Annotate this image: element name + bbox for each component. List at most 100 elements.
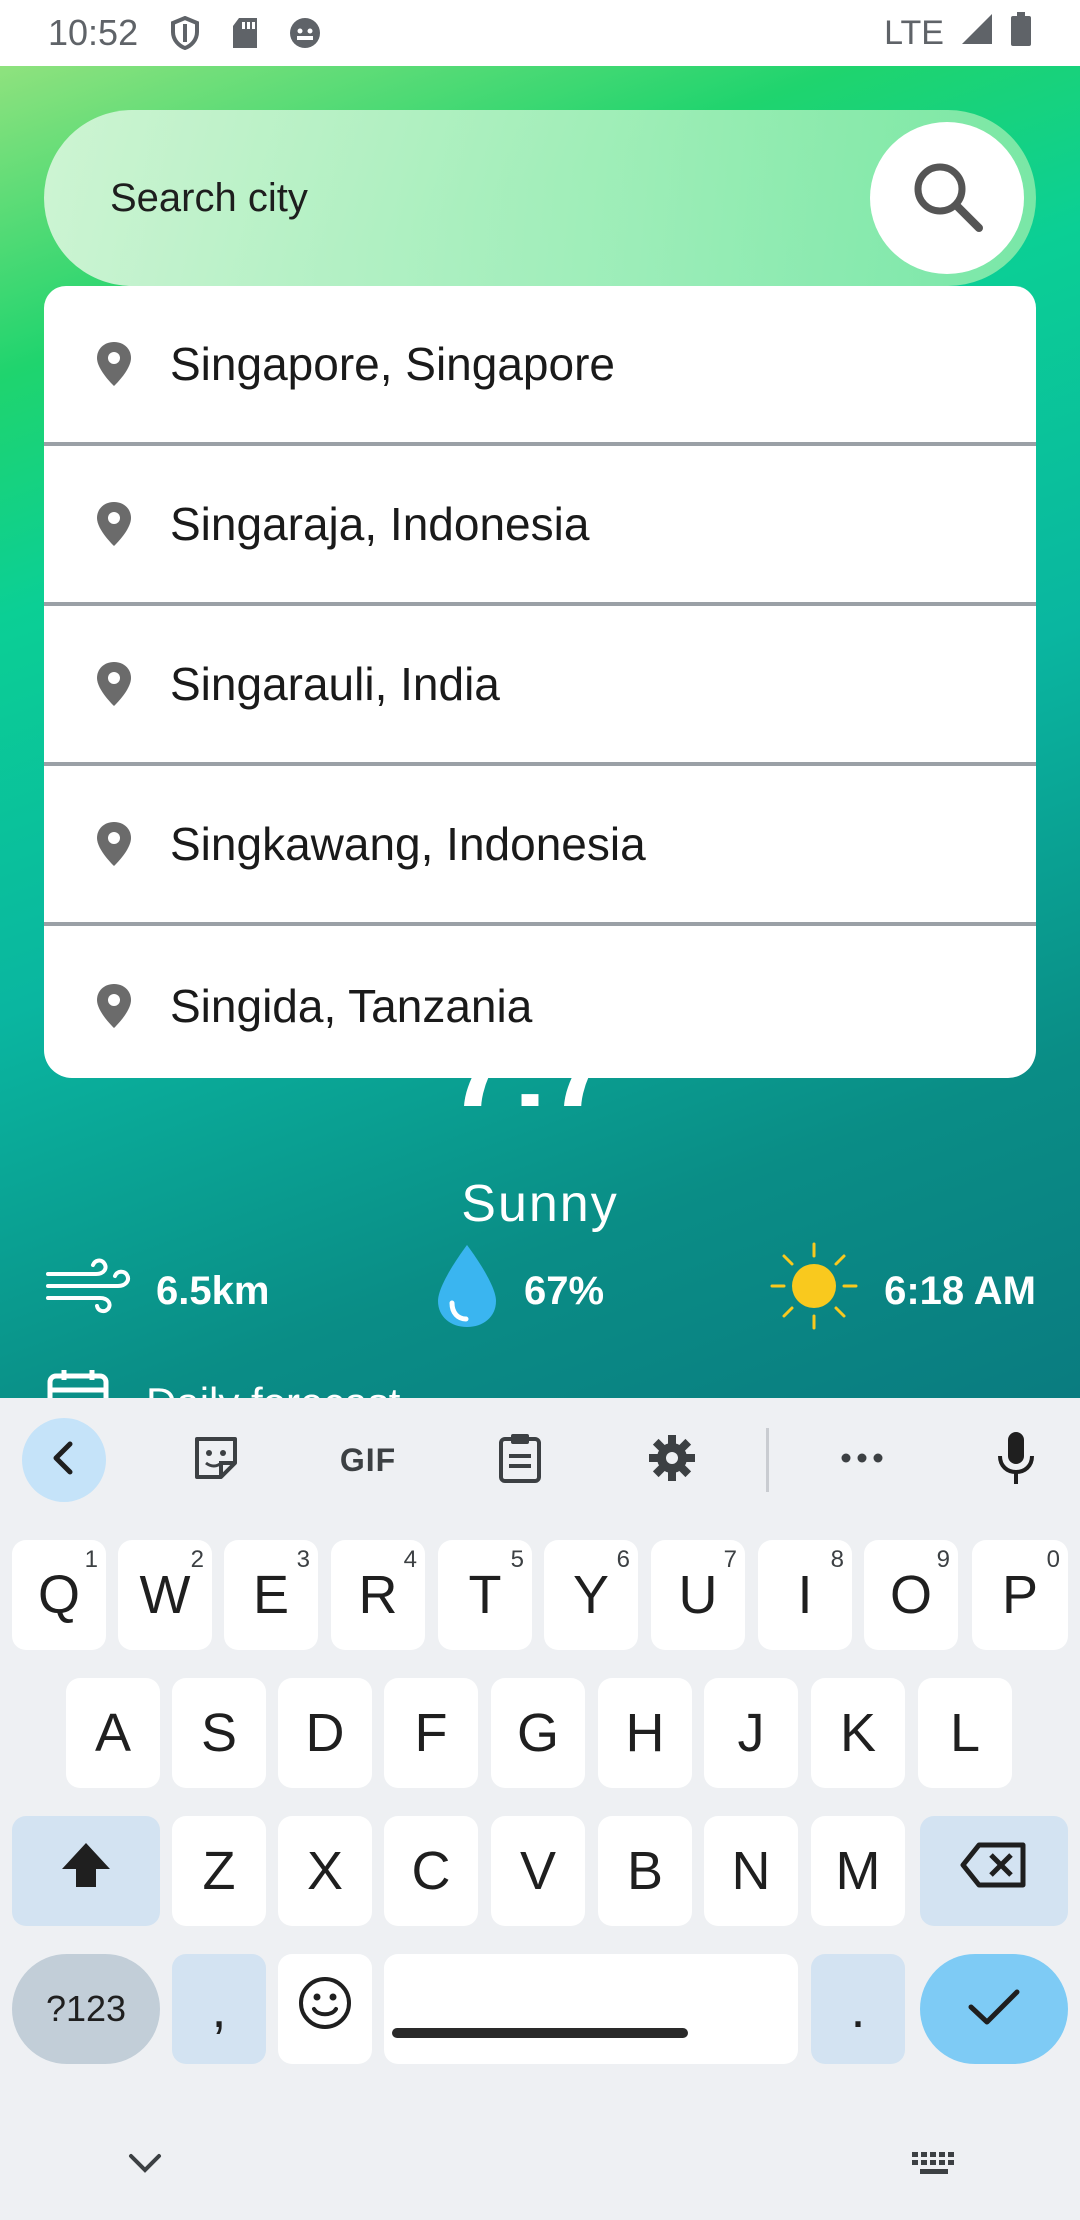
suggestion-item[interactable]: Singarauli, India bbox=[44, 606, 1036, 766]
humidity-value: 67% bbox=[524, 1268, 605, 1313]
sticker-button[interactable] bbox=[174, 1418, 258, 1502]
key-label: E bbox=[252, 1565, 290, 1625]
weather-condition: Sunny bbox=[461, 1175, 619, 1233]
search-bar[interactable]: Search city bbox=[44, 110, 1036, 286]
city-suggestions-list: Singapore, Singapore Singaraja, Indonesi… bbox=[44, 286, 1036, 1078]
suggestion-item[interactable]: Singapore, Singapore bbox=[44, 286, 1036, 446]
search-button[interactable] bbox=[870, 122, 1024, 274]
clipboard-icon bbox=[497, 1432, 543, 1489]
checkmark-icon bbox=[967, 1978, 1021, 2040]
suggestion-label: Singkawang, Indonesia bbox=[170, 818, 646, 870]
key-r[interactable]: R4 bbox=[331, 1540, 425, 1650]
key-z[interactable]: Z bbox=[172, 1816, 266, 1926]
key-k[interactable]: K bbox=[811, 1678, 905, 1788]
key-m[interactable]: M bbox=[811, 1816, 905, 1926]
sunrise-value: 6:18 AM bbox=[884, 1268, 1036, 1313]
suggestion-item[interactable]: Singkawang, Indonesia bbox=[44, 766, 1036, 926]
key-j[interactable]: J bbox=[704, 1678, 798, 1788]
key-hint: 4 bbox=[403, 1546, 417, 1573]
key-label: W bbox=[139, 1565, 191, 1625]
key-f[interactable]: F bbox=[384, 1678, 478, 1788]
wind-stat: 6.5km bbox=[44, 1258, 434, 1324]
weather-app: 7.7 Search city Singapore, Singapore Sin… bbox=[0, 66, 1080, 1398]
toolbar-back-button[interactable] bbox=[22, 1418, 106, 1502]
location-pin-icon bbox=[94, 982, 134, 1030]
enter-key[interactable] bbox=[920, 1954, 1068, 2064]
more-horizontal-icon bbox=[840, 1451, 884, 1469]
weather-stats: 6.5km 67% 6:18 AM bbox=[44, 1242, 1036, 1336]
microphone-icon bbox=[996, 1430, 1036, 1491]
gif-button[interactable]: GIF bbox=[326, 1418, 410, 1502]
key-q[interactable]: Q1 bbox=[12, 1540, 106, 1650]
keyboard-switch-button[interactable] bbox=[910, 2150, 958, 2183]
android-debug-icon bbox=[288, 16, 322, 50]
status-bar: 10:52 LTE bbox=[0, 0, 1080, 66]
key-hint: 5 bbox=[510, 1546, 524, 1573]
chevron-down-icon bbox=[128, 2154, 162, 2178]
key-y[interactable]: Y6 bbox=[544, 1540, 638, 1650]
key-s[interactable]: S bbox=[172, 1678, 266, 1788]
key-t[interactable]: T5 bbox=[438, 1540, 532, 1650]
key-e[interactable]: E3 bbox=[224, 1540, 318, 1650]
home-gesture-bar[interactable] bbox=[392, 2028, 688, 2038]
key-label: Y bbox=[572, 1565, 610, 1625]
keyboard-nav-row bbox=[0, 2128, 1080, 2220]
period-key[interactable]: . bbox=[811, 1954, 905, 2064]
key-v[interactable]: V bbox=[491, 1816, 585, 1926]
hide-keyboard-button[interactable] bbox=[128, 2152, 162, 2179]
daily-forecast-header[interactable]: Daily forecast bbox=[46, 1366, 400, 1398]
key-hint: 3 bbox=[296, 1546, 310, 1573]
clipboard-button[interactable] bbox=[478, 1418, 562, 1502]
key-hint: 8 bbox=[830, 1546, 844, 1573]
shift-icon bbox=[58, 1839, 114, 1904]
emoji-key[interactable] bbox=[278, 1954, 372, 2064]
key-hint: 0 bbox=[1046, 1546, 1060, 1573]
signal-icon bbox=[960, 12, 994, 55]
network-type: LTE bbox=[884, 13, 944, 52]
key-h[interactable]: H bbox=[598, 1678, 692, 1788]
key-i[interactable]: I8 bbox=[758, 1540, 852, 1650]
voice-input-button[interactable] bbox=[974, 1418, 1058, 1502]
key-hint: 6 bbox=[616, 1546, 630, 1573]
sd-card-icon bbox=[228, 16, 262, 50]
emoji-icon bbox=[297, 1975, 353, 2044]
gear-icon bbox=[647, 1433, 697, 1488]
settings-button[interactable] bbox=[630, 1418, 714, 1502]
suggestion-item[interactable]: Singida, Tanzania bbox=[44, 926, 1036, 1078]
key-o[interactable]: O9 bbox=[864, 1540, 958, 1650]
suggestion-label: Singarauli, India bbox=[170, 658, 500, 710]
suggestion-label: Singida, Tanzania bbox=[170, 980, 533, 1032]
key-u[interactable]: U7 bbox=[651, 1540, 745, 1650]
key-d[interactable]: D bbox=[278, 1678, 372, 1788]
search-icon bbox=[909, 158, 985, 239]
key-a[interactable]: A bbox=[66, 1678, 160, 1788]
comma-key[interactable]: , bbox=[172, 1954, 266, 2064]
suggestion-item[interactable]: Singaraja, Indonesia bbox=[44, 446, 1036, 606]
search-input[interactable]: Search city bbox=[110, 176, 308, 221]
calendar-icon bbox=[46, 1366, 146, 1398]
key-w[interactable]: W2 bbox=[118, 1540, 212, 1650]
key-b[interactable]: B bbox=[598, 1816, 692, 1926]
backspace-key[interactable] bbox=[920, 1816, 1068, 1926]
sticker-icon bbox=[191, 1433, 241, 1488]
key-c[interactable]: C bbox=[384, 1816, 478, 1926]
water-drop-icon bbox=[434, 1241, 524, 1341]
suggestion-label: Singaraja, Indonesia bbox=[170, 498, 590, 550]
space-key[interactable] bbox=[384, 1954, 798, 2064]
key-label: Q bbox=[37, 1565, 80, 1625]
wind-icon bbox=[44, 1258, 156, 1324]
sun-icon bbox=[768, 1240, 884, 1342]
key-hint: 9 bbox=[936, 1546, 950, 1573]
key-g[interactable]: G bbox=[491, 1678, 585, 1788]
shift-key[interactable] bbox=[12, 1816, 160, 1926]
key-l[interactable]: L bbox=[918, 1678, 1012, 1788]
location-pin-icon bbox=[94, 820, 134, 868]
key-n[interactable]: N bbox=[704, 1816, 798, 1926]
key-label: R bbox=[358, 1565, 398, 1625]
key-x[interactable]: X bbox=[278, 1816, 372, 1926]
soft-keyboard: GIF Q1 W2 E3 R4 T5 Y6 U7 I8 O9 P 0 A S D… bbox=[0, 1398, 1080, 2220]
key-p[interactable]: P0 bbox=[972, 1540, 1068, 1650]
more-options-button[interactable] bbox=[820, 1418, 904, 1502]
symbols-key[interactable]: ?123 bbox=[12, 1954, 160, 2064]
wind-value: 6.5km bbox=[156, 1268, 270, 1313]
